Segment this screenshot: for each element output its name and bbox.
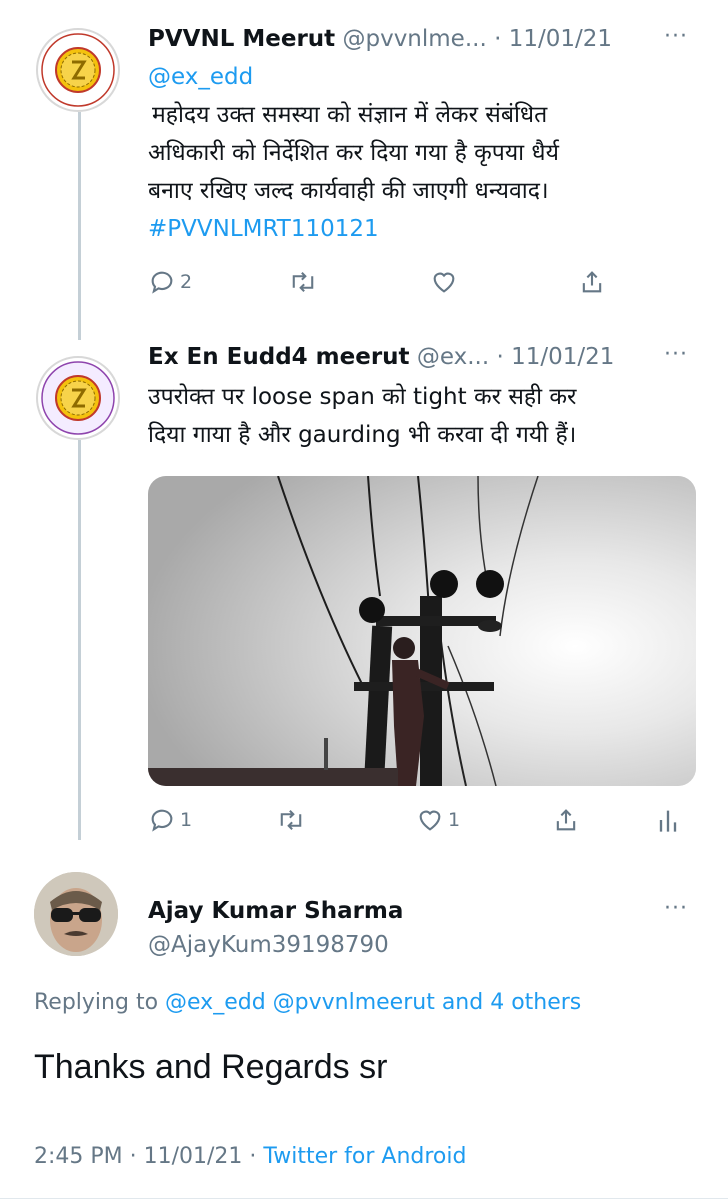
share-icon bbox=[582, 271, 602, 293]
like-button[interactable]: 1 bbox=[416, 806, 460, 834]
tweet-body: उपरोक्त पर loose span को tight कर सही कर… bbox=[148, 378, 576, 454]
retweet-button[interactable] bbox=[276, 806, 306, 834]
like-count: 1 bbox=[448, 809, 461, 831]
share-button[interactable] bbox=[578, 268, 606, 296]
main-tweet-text: Thanks and Regards sr bbox=[34, 1048, 388, 1086]
user-photo bbox=[34, 872, 118, 956]
tweet-actions: 2 bbox=[148, 268, 628, 308]
share-button[interactable] bbox=[552, 806, 580, 834]
tweet-header: Ex En Eudd4 meerut @ex... · 11/01/21 bbox=[148, 344, 614, 370]
tweet-date[interactable]: · 11/01/21 bbox=[496, 344, 614, 370]
heart-icon bbox=[433, 272, 455, 293]
timestamp: 2:45 PM · 11/01/21 · bbox=[34, 1144, 257, 1169]
reply-count: 1 bbox=[180, 809, 193, 831]
display-name[interactable]: Ajay Kumar Sharma bbox=[148, 894, 403, 928]
tweet-text-line: महोदय उक्त समस्या को संज्ञान में लेकर सं… bbox=[152, 102, 548, 128]
tweet-header: PVVNL Meerut @pvvnlme... · 11/01/21 bbox=[148, 26, 612, 52]
more-dots-icon[interactable]: ··· bbox=[664, 24, 688, 49]
retweet-icon bbox=[280, 810, 302, 830]
tweet-meta: 2:45 PM · 11/01/21 · Twitter for Android bbox=[34, 1144, 466, 1169]
tweet-body: @ex_edd महोदय उक्त समस्या को संज्ञान में… bbox=[148, 58, 559, 248]
tweet-actions: 1 1 bbox=[148, 806, 688, 846]
handle[interactable]: @ex... bbox=[417, 344, 489, 370]
handle[interactable]: @pvvnlme... bbox=[342, 26, 486, 52]
pvvnl-avatar[interactable] bbox=[36, 28, 120, 112]
replying-to: Replying to @ex_edd @pvvnlmeerut and 4 o… bbox=[34, 990, 581, 1015]
handle[interactable]: @AjayKum39198790 bbox=[148, 928, 403, 962]
pvvnl-logo-icon bbox=[41, 33, 115, 107]
reply-count: 2 bbox=[180, 271, 193, 293]
thread-line bbox=[78, 112, 81, 340]
heart-icon bbox=[419, 810, 441, 831]
reply-icon bbox=[151, 271, 173, 294]
tweet-text-line: बनाए रखिए जल्द कार्यवाही की जाएगी धन्यवा… bbox=[148, 178, 549, 204]
like-button[interactable] bbox=[430, 268, 462, 296]
thread-line bbox=[78, 440, 81, 840]
display-name[interactable]: PVVNL Meerut bbox=[148, 26, 335, 52]
reply-button[interactable]: 2 bbox=[148, 268, 192, 296]
analytics-icon bbox=[659, 810, 677, 832]
retweet-button[interactable] bbox=[288, 268, 318, 296]
more-dots-icon[interactable]: ··· bbox=[664, 342, 688, 367]
retweet-icon bbox=[292, 272, 314, 292]
share-icon bbox=[556, 809, 576, 831]
utility-pole-photo bbox=[148, 476, 696, 786]
tweet-date[interactable]: · 11/01/21 bbox=[494, 26, 612, 52]
tweet-photo[interactable] bbox=[148, 476, 696, 786]
eudd-avatar[interactable] bbox=[36, 356, 120, 440]
tweet-text-line: दिया गाया है और gaurding भी करवा दी गयी … bbox=[148, 422, 577, 448]
tweet-text-line: अधिकारी को निर्देशित कर दिया गया है कृपय… bbox=[148, 140, 559, 166]
avatar[interactable] bbox=[34, 872, 118, 956]
replying-prefix: Replying to bbox=[34, 990, 159, 1015]
analytics-button[interactable] bbox=[656, 806, 680, 834]
pvvnl-logo-icon bbox=[41, 361, 115, 435]
more-dots-icon[interactable]: ··· bbox=[664, 896, 688, 921]
tweet-text-line: उपरोक्त पर loose span को tight कर सही कर bbox=[148, 384, 577, 410]
replying-to-links[interactable]: @ex_edd @pvvnlmeerut and 4 others bbox=[165, 990, 581, 1015]
divider bbox=[0, 1198, 728, 1199]
reply-icon bbox=[151, 809, 173, 832]
main-tweet-header: Ajay Kumar Sharma @AjayKum39198790 bbox=[148, 894, 403, 962]
reply-button[interactable]: 1 bbox=[148, 806, 192, 834]
hashtag-link[interactable]: #PVVNLMRT110121 bbox=[148, 210, 559, 248]
mention-link[interactable]: @ex_edd bbox=[148, 58, 559, 96]
source-link[interactable]: Twitter for Android bbox=[263, 1144, 466, 1169]
display-name[interactable]: Ex En Eudd4 meerut bbox=[148, 344, 410, 370]
